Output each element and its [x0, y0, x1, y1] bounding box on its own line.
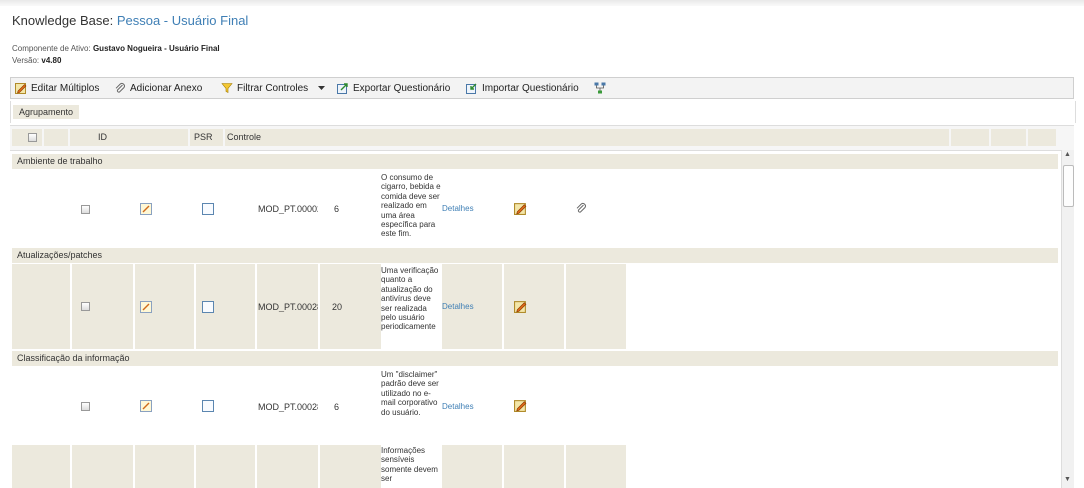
component-info: Componente de Ativo: Gustavo Nogueira - …: [12, 44, 220, 53]
control-count: 6: [334, 402, 340, 412]
header-blank-1: [44, 129, 68, 146]
scroll-up-icon[interactable]: ▲: [1064, 151, 1071, 158]
grouping-chip[interactable]: Agrupamento: [13, 105, 80, 119]
cell-bg: [320, 445, 381, 488]
control-id: MOD_PT.00028: [258, 302, 318, 312]
cell-bg: [12, 445, 70, 488]
funnel-icon: [221, 83, 233, 93]
add-attachment-button[interactable]: Adicionar Anexo: [114, 82, 202, 94]
filter-controls-label: Filtrar Controles: [237, 82, 309, 94]
psr-checkbox[interactable]: [202, 301, 214, 313]
control-id: MOD_PT.00028: [258, 402, 318, 412]
header-blank-2: [951, 129, 989, 146]
import-questionnaire-label: Importar Questionário: [482, 82, 579, 94]
hierarchy-button[interactable]: [594, 82, 610, 94]
cell-bg: [566, 264, 626, 349]
grid-header: ID PSR Controle: [10, 125, 1074, 151]
filter-controls-button[interactable]: Filtrar Controles: [221, 82, 326, 94]
edit-icon[interactable]: [514, 202, 527, 215]
cell-bg: [442, 445, 502, 488]
group-header[interactable]: Classificação da informação: [12, 351, 1058, 366]
group-header[interactable]: Ambiente de trabalho: [12, 154, 1058, 169]
column-header-id[interactable]: ID: [70, 129, 188, 146]
cell-bg: [504, 264, 564, 349]
select-all-cell: [12, 129, 42, 146]
group-header[interactable]: Atualizações/patches: [12, 248, 1058, 263]
header-blank-3: [991, 129, 1026, 146]
row-checkbox[interactable]: [81, 302, 90, 311]
edit-icon[interactable]: [514, 399, 527, 412]
note-icon[interactable]: [140, 203, 152, 215]
pencil-edit-icon: [15, 83, 27, 94]
cell-bg: [196, 445, 255, 488]
export-icon: [337, 83, 348, 94]
title-link[interactable]: Pessoa - Usuário Final: [117, 13, 249, 28]
details-link[interactable]: Detalhes: [442, 402, 474, 411]
toolbar: Editar Múltiplos Adicionar Anexo Filtrar…: [10, 77, 1074, 99]
export-questionnaire-button[interactable]: Exportar Questionário: [337, 82, 450, 94]
column-header-psr[interactable]: PSR: [190, 129, 223, 146]
header-blank-4: [1028, 129, 1056, 146]
details-link[interactable]: Detalhes: [442, 204, 474, 213]
scroll-down-icon[interactable]: ▼: [1064, 476, 1071, 483]
psr-checkbox[interactable]: [202, 203, 214, 215]
table-row[interactable]: MOD_PT.00002 6 O consumo de cigarro, beb…: [12, 170, 1058, 248]
scroll-thumb[interactable]: [1063, 165, 1074, 207]
hierarchy-icon: [594, 82, 606, 94]
table-row[interactable]: MOD_PT.00028 20 Uma verificação quanto a…: [12, 264, 1058, 349]
psr-checkbox[interactable]: [202, 400, 214, 412]
row-checkbox[interactable]: [81, 205, 90, 214]
table-row[interactable]: MOD_PT.00028 6 Um "disclaimer" padrão de…: [12, 368, 1058, 444]
cell-bg: [12, 264, 70, 349]
version-value: v4.80: [41, 56, 62, 65]
cell-bg: [135, 445, 194, 488]
control-description: O consumo de cigarro, bebida e comida de…: [381, 173, 441, 239]
edit-icon[interactable]: [514, 300, 527, 313]
note-icon[interactable]: [140, 400, 152, 412]
edit-multiple-button[interactable]: Editar Múltiplos: [15, 82, 99, 94]
component-value: Gustavo Nogueira - Usuário Final: [92, 44, 220, 53]
page-title: Knowledge Base: Pessoa - Usuário Final: [12, 13, 248, 28]
version-label: Versão:: [12, 56, 40, 65]
version-info: Versão: v4.80: [12, 56, 61, 65]
cell-bg: [320, 264, 381, 349]
table-row[interactable]: Informações sensíveis somente devem ser: [12, 445, 1058, 488]
title-prefix: Knowledge Base:: [12, 13, 114, 28]
details-link[interactable]: Detalhes: [442, 302, 474, 311]
top-strip: [0, 0, 1084, 6]
export-questionnaire-label: Exportar Questionário: [353, 82, 451, 94]
control-count: 6: [334, 204, 340, 214]
control-description: Um "disclaimer" padrão deve ser utilizad…: [381, 370, 439, 417]
chevron-down-icon[interactable]: [318, 85, 326, 91]
import-icon: [466, 83, 477, 94]
paperclip-icon: [115, 82, 125, 93]
cell-bg: [72, 445, 133, 488]
paperclip-icon[interactable]: [575, 202, 587, 214]
edit-multiple-label: Editar Múltiplos: [31, 82, 100, 94]
import-questionnaire-button[interactable]: Importar Questionário: [466, 82, 579, 94]
control-description: Uma verificação quanto a atualização do …: [381, 266, 439, 332]
note-icon[interactable]: [140, 301, 152, 313]
control-description: Informações sensíveis somente devem ser: [381, 446, 438, 484]
control-count: 20: [332, 302, 343, 312]
vertical-scrollbar[interactable]: ▲ ▼: [1061, 150, 1074, 488]
cell-bg: [257, 445, 318, 488]
grouping-drop-zone[interactable]: Agrupamento: [10, 101, 1076, 123]
select-all-checkbox[interactable]: [28, 133, 37, 142]
component-label: Componente de Ativo:: [12, 44, 91, 53]
add-attachment-label: Adicionar Anexo: [130, 82, 203, 94]
control-id: MOD_PT.00002: [258, 204, 318, 214]
cell-bg: [504, 445, 564, 488]
row-checkbox[interactable]: [81, 402, 90, 411]
cell-bg: [566, 445, 626, 488]
column-header-control[interactable]: Controle: [225, 129, 949, 146]
